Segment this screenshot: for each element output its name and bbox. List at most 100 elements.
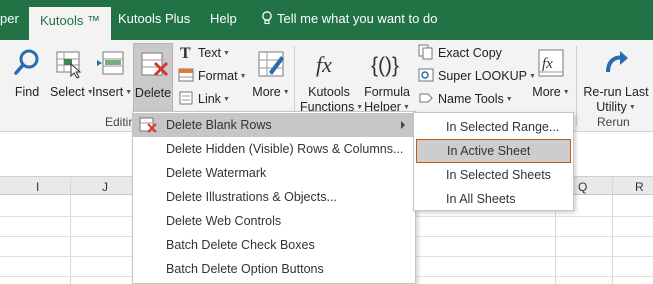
more-label-1: More [252, 85, 281, 99]
menu-item-label: Delete Blank Rows [166, 118, 272, 132]
delete-label: Delete [134, 86, 172, 100]
column-header-r[interactable]: R [635, 180, 644, 194]
tab-partial[interactable]: per [0, 11, 19, 26]
text-icon: T [180, 45, 191, 60]
rerun-last-utility-button[interactable]: Re-run Last Utility ▼ [580, 46, 652, 115]
tab-help[interactable]: Help [210, 11, 237, 26]
function-fx-icon: fx [316, 52, 332, 77]
tab-kutools-plus[interactable]: Kutools Plus [118, 11, 190, 26]
kutools-functions-label-1: Kutools [308, 85, 350, 99]
column-gridline [612, 176, 613, 284]
group-label-rerun: Rerun [597, 115, 630, 129]
insert-label: Insert [92, 85, 124, 99]
menu-item-label: Batch Delete Check Boxes [166, 238, 315, 252]
chevron-down-icon: ▼ [222, 50, 230, 57]
menu-item-delete-blank-rows[interactable]: Delete Blank Rows [133, 113, 415, 137]
svg-text:{()}: {()} [371, 54, 399, 77]
formula-helper-label-1: Formula [364, 85, 410, 99]
menu-item-delete-watermark[interactable]: Delete Watermark [133, 161, 415, 185]
name-tools-label: Name Tools [438, 92, 504, 106]
ribbon-tab-bar: per Kutools ™ Kutools Plus Help Tell me … [0, 0, 653, 40]
delete-dropdown-menu: Delete Blank Rows Delete Hidden (Visible… [132, 111, 416, 284]
submenu-arrow-icon [401, 121, 405, 129]
group-label-editing: Editin [105, 115, 136, 129]
text-label: Text [198, 46, 221, 60]
super-lookup-label: Super LOOKUP [438, 69, 527, 83]
submenu-item-in-selected-range[interactable]: In Selected Range... [414, 115, 573, 139]
submenu-item-in-active-sheet[interactable]: In Active Sheet [416, 139, 571, 163]
menu-item-label: Delete Web Controls [166, 214, 282, 228]
submenu-item-in-selected-sheets[interactable]: In Selected Sheets [414, 163, 573, 187]
tell-me-box[interactable]: Tell me what you want to do [261, 11, 437, 26]
more-button-2[interactable]: fx More ▼ [532, 46, 570, 100]
lookup-icon [418, 68, 434, 82]
menu-item-label: Delete Illustrations & Objects... [166, 190, 337, 204]
menu-item-delete-illustrations[interactable]: Delete Illustrations & Objects... [133, 185, 415, 209]
menu-item-label: In Active Sheet [447, 144, 531, 158]
delete-button[interactable]: Delete [133, 43, 173, 113]
svg-text:T: T [180, 45, 191, 60]
column-header-i[interactable]: I [36, 180, 39, 194]
redo-arrow-icon [606, 51, 628, 73]
more-label-2: More [532, 85, 561, 99]
super-lookup-button[interactable]: Super LOOKUP ▼ [418, 67, 536, 83]
link-button[interactable]: Link ▼ [178, 90, 230, 106]
exact-copy-button[interactable]: Exact Copy [418, 44, 502, 60]
link-label: Link [198, 92, 221, 106]
delete-rows-icon [139, 117, 157, 133]
name-tools-button[interactable]: Name Tools ▼ [418, 90, 513, 106]
menu-item-delete-hidden-rows-columns[interactable]: Delete Hidden (Visible) Rows & Columns..… [133, 137, 415, 161]
chevron-down-icon: ▼ [239, 73, 247, 80]
rerun-label-2: Utility [596, 100, 627, 114]
format-icon [178, 68, 194, 82]
rerun-label-1: Re-run Last [583, 85, 649, 99]
format-label: Format [198, 69, 238, 83]
chevron-down-icon: ▼ [628, 104, 636, 111]
more-tools-icon [258, 51, 284, 77]
menu-item-label: In Selected Range... [446, 120, 560, 134]
exact-copy-label: Exact Copy [438, 46, 502, 60]
format-button[interactable]: Format ▼ [178, 67, 247, 83]
chevron-down-icon: ▼ [125, 89, 133, 96]
kutools-functions-button[interactable]: fx Kutools Functions ▼ [300, 46, 363, 115]
insert-button[interactable]: Insert ▼ [92, 46, 133, 100]
more-button-1[interactable]: More ▼ [252, 46, 290, 100]
select-button[interactable]: Select ▼ [50, 46, 94, 100]
chevron-down-icon: ▼ [562, 89, 570, 96]
chevron-down-icon: ▼ [222, 96, 230, 103]
ribbon-separator [576, 46, 577, 126]
delete-icon [141, 52, 169, 77]
tell-me-text: Tell me what you want to do [277, 11, 438, 26]
formula-helper-button[interactable]: {()} Formula Helper ▼ [362, 46, 412, 115]
more-functions-icon: fx [538, 49, 564, 77]
name-tag-icon [419, 93, 433, 103]
column-header-j[interactable]: J [102, 180, 108, 194]
select-label: Select [50, 85, 85, 99]
svg-text:fx: fx [542, 56, 553, 72]
blank-rows-submenu: In Selected Range... In Active Sheet In … [413, 112, 574, 211]
menu-item-label: Delete Hidden (Visible) Rows & Columns..… [166, 142, 404, 156]
tab-kutools[interactable]: Kutools ™ [29, 7, 111, 40]
column-gridline [70, 176, 71, 284]
menu-item-delete-web-controls[interactable]: Delete Web Controls [133, 209, 415, 233]
menu-item-batch-delete-check-boxes[interactable]: Batch Delete Check Boxes [133, 233, 415, 257]
insert-rows-icon [97, 51, 124, 75]
select-range-icon [56, 51, 82, 79]
column-header-q[interactable]: Q [578, 180, 587, 194]
link-icon [179, 91, 193, 105]
text-button[interactable]: T Text ▼ [178, 44, 230, 60]
find-button[interactable]: Find [8, 46, 46, 100]
copy-icon [418, 44, 433, 60]
menu-item-batch-delete-option-buttons[interactable]: Batch Delete Option Buttons [133, 257, 415, 281]
find-label: Find [14, 85, 40, 99]
menu-item-label: In All Sheets [446, 192, 516, 206]
search-icon [14, 49, 39, 75]
submenu-item-in-all-sheets[interactable]: In All Sheets [414, 187, 573, 211]
chevron-down-icon: ▼ [282, 89, 290, 96]
menu-item-label: Delete Watermark [166, 166, 267, 180]
formula-braces-icon: {()} [371, 54, 399, 77]
svg-text:fx: fx [316, 52, 332, 77]
menu-item-label: In Selected Sheets [446, 168, 551, 182]
menu-item-label: Batch Delete Option Buttons [166, 262, 324, 276]
lightbulb-icon [262, 11, 272, 25]
